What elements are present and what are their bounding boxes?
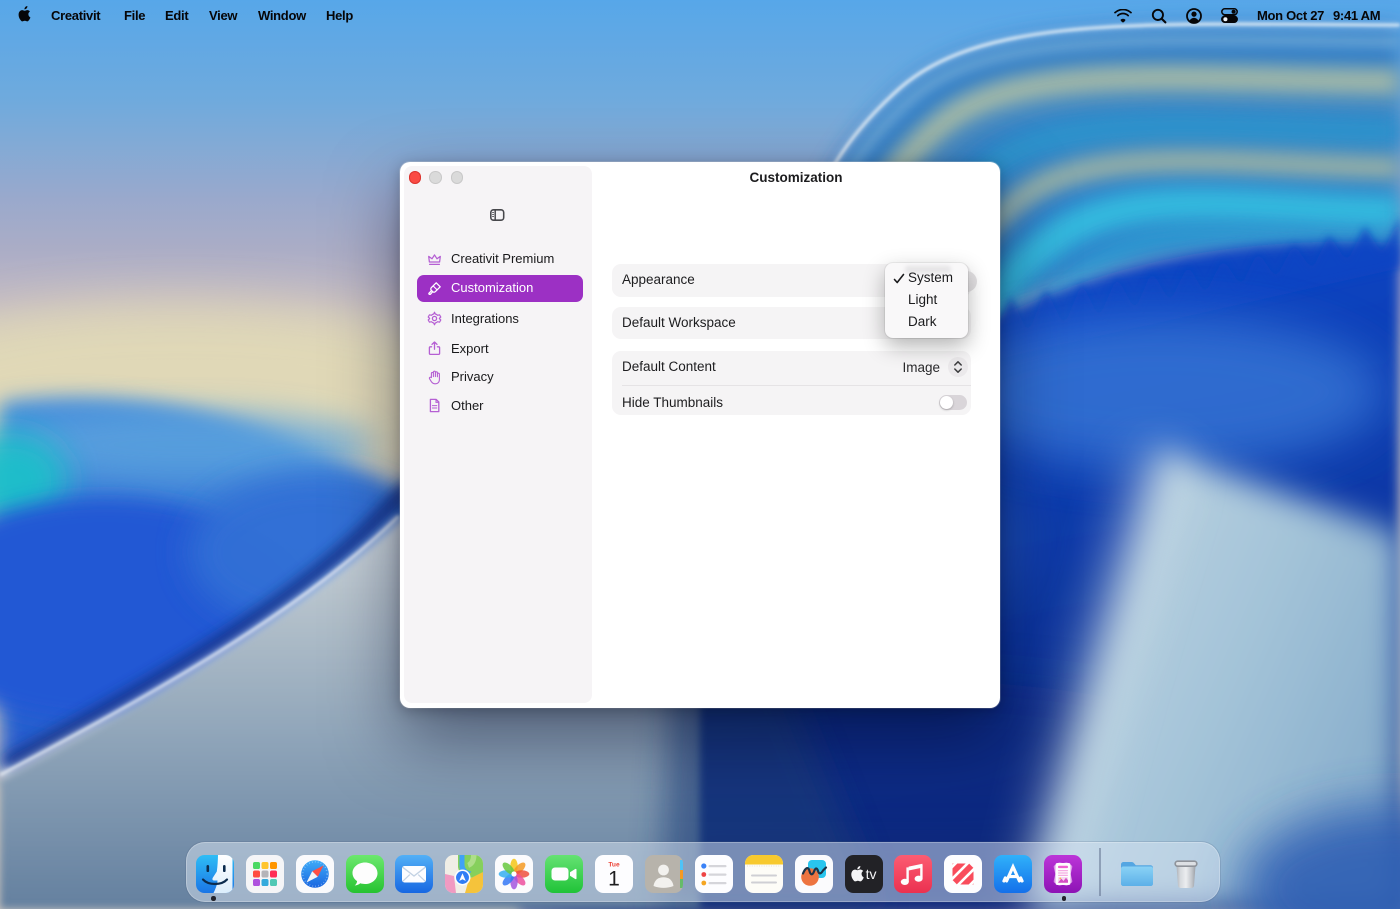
svg-text:1: 1 xyxy=(608,868,620,891)
svg-text:tv: tv xyxy=(865,866,876,882)
